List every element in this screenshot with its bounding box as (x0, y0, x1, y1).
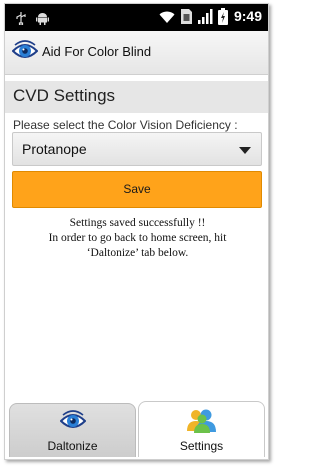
message-line-3: ‘Daltonize’ tab below. (86, 247, 189, 259)
sim-icon (181, 9, 192, 28)
tab-daltonize-label: Daltonize (47, 439, 98, 453)
tab-settings-label: Settings (179, 439, 224, 453)
users-icon (186, 407, 218, 437)
cvd-settings-header: CVD Settings (5, 81, 268, 113)
app-title-bar: Aid For Color Blind (5, 31, 268, 75)
save-button-label: Save (123, 182, 151, 196)
status-clock: 9:49 (233, 8, 262, 24)
tab-settings[interactable]: Settings (138, 401, 265, 457)
signal-icon (198, 9, 213, 28)
section-title: CVD Settings (13, 86, 116, 105)
status-bar: 9:49 (5, 4, 268, 31)
usb-icon (15, 10, 27, 29)
wifi-icon (159, 9, 175, 28)
eye-icon (59, 409, 86, 437)
message-line-1: Settings saved successfully !! (69, 217, 206, 229)
dropdown-arrow-icon (239, 147, 251, 154)
deficiency-prompt: Please select the Color Vision Deficienc… (13, 118, 238, 132)
battery-icon (218, 8, 228, 29)
deficiency-select[interactable]: Protanope (12, 132, 262, 166)
status-message: Settings saved successfully !! In order … (25, 216, 250, 261)
message-line-2: In order to go back to home screen, hit (48, 232, 227, 244)
eye-logo-icon (11, 39, 39, 67)
tab-bar: Daltonize Settings (9, 401, 265, 457)
phone-screen: 9:49 Aid For Color Blind CVD Settings Pl… (4, 3, 269, 460)
save-button[interactable]: Save (12, 171, 262, 208)
app-title: Aid For Color Blind (42, 44, 152, 59)
android-debug-icon (36, 10, 49, 29)
selected-deficiency: Protanope (22, 141, 87, 157)
tab-daltonize[interactable]: Daltonize (9, 403, 136, 457)
